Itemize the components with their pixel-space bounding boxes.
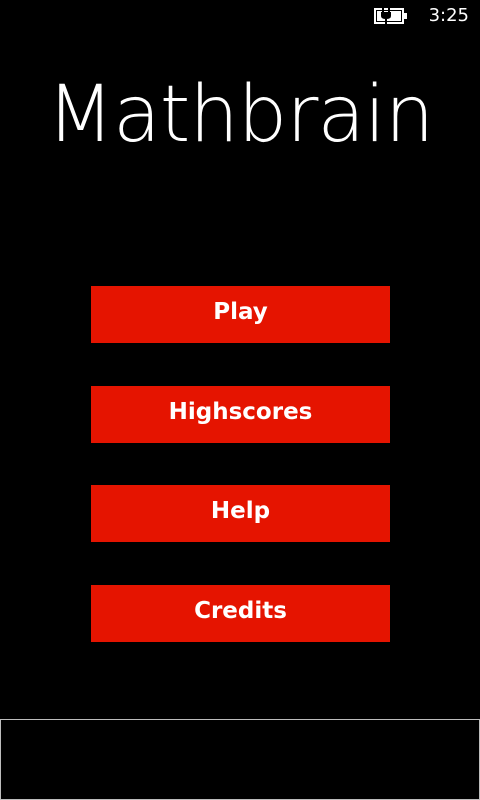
status-bar: 3:25	[0, 0, 480, 32]
play-button[interactable]: Play	[91, 286, 390, 343]
app-title: Mathbrain	[46, 70, 435, 160]
status-time: 3:25	[428, 5, 469, 26]
help-button[interactable]: Help	[91, 485, 390, 542]
highscores-button-label: Highscores	[168, 399, 313, 425]
credits-button-label: Credits	[194, 598, 287, 624]
help-button-label: Help	[210, 498, 271, 524]
battery-charging-icon	[374, 8, 407, 24]
play-button-label: Play	[213, 299, 268, 325]
highscores-button[interactable]: Highscores	[91, 386, 390, 443]
ad-banner-area	[0, 719, 480, 800]
credits-button[interactable]: Credits	[91, 585, 390, 642]
